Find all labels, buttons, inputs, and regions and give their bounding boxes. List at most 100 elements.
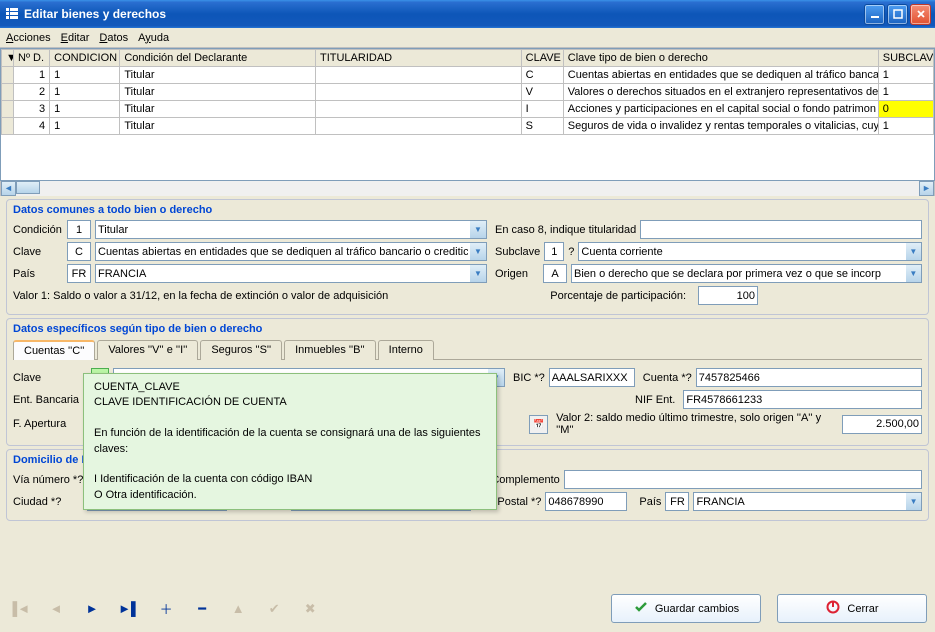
lbl-valor2: Valor 2: saldo medio último trimestre, s… (556, 412, 838, 436)
nav-check-icon[interactable]: ✔ (264, 601, 284, 617)
origen-input[interactable] (543, 264, 567, 283)
pais-desc-input[interactable] (95, 264, 470, 283)
tooltip-line: En función de la identificación de la cu… (94, 426, 486, 457)
nav-add-icon[interactable]: ＋ (156, 599, 176, 618)
clave-desc-input[interactable] (95, 242, 470, 261)
condicion-desc-input[interactable] (95, 220, 470, 239)
caso8-input[interactable] (640, 220, 922, 239)
table-row[interactable]: 41TitularSSeguros de vida o invalidez y … (2, 118, 934, 135)
dom-pais-input[interactable] (665, 492, 689, 511)
menu-editar[interactable]: Editar (61, 32, 90, 44)
lbl-porc: Porcentaje de participación: (550, 290, 686, 302)
lbl-pais: País (639, 496, 661, 508)
tooltip-line: CUENTA_CLAVE (94, 380, 486, 395)
panel-common: Datos comunes a todo bien o derecho Cond… (6, 199, 929, 315)
condicion-input[interactable] (67, 220, 91, 239)
nav-remove-icon[interactable]: ━ (192, 601, 212, 617)
chevron-down-icon[interactable]: ▼ (906, 492, 922, 511)
lbl-bic: BIC *? (513, 372, 545, 384)
grid-corner[interactable]: ▼ (2, 50, 14, 67)
nav-last-icon[interactable]: ►▌ (118, 601, 140, 616)
lbl-condicion: Condición (13, 224, 63, 236)
save-button[interactable]: Guardar cambios (611, 594, 761, 623)
minimize-button[interactable] (864, 4, 885, 25)
chevron-down-icon[interactable]: ▼ (470, 242, 487, 261)
nav-edit-icon[interactable]: ▲ (228, 601, 248, 616)
tooltip: CUENTA_CLAVE CLAVE IDENTIFICACIÓN DE CUE… (83, 373, 497, 510)
chevron-down-icon[interactable]: ▼ (470, 264, 487, 283)
lbl-subclave: Subclave (495, 246, 540, 258)
calendar-icon[interactable]: 📅 (529, 415, 548, 434)
grid-col-conddec[interactable]: Condición del Declarante (120, 50, 316, 67)
origen-desc-input[interactable] (571, 264, 906, 283)
window-title: Editar bienes y derechos (24, 7, 864, 21)
menu-datos[interactable]: Datos (99, 32, 128, 44)
scroll-thumb[interactable] (16, 181, 40, 194)
tab-interno[interactable]: Interno (378, 340, 434, 360)
lbl-via: Vía número *? (13, 474, 83, 486)
nif-input[interactable] (683, 390, 922, 409)
tooltip-line: O Otra identificación. (94, 488, 486, 503)
tooltip-line: CLAVE IDENTIFICACIÓN DE CUENTA (94, 395, 486, 410)
panel-specific: Datos específicos según tipo de bien o d… (6, 318, 929, 446)
clave-input[interactable] (67, 242, 91, 261)
chevron-down-icon[interactable]: ▼ (470, 220, 487, 239)
nav-first-icon[interactable]: ▐◄ (8, 601, 30, 616)
maximize-button[interactable] (887, 4, 908, 25)
lbl-cuenta: Cuenta *? (643, 372, 692, 384)
chevron-down-icon[interactable]: ▼ (906, 264, 922, 283)
table-row[interactable]: 11TitularCCuentas abiertas en entidades … (2, 67, 934, 84)
power-icon (825, 599, 841, 618)
valor2-input[interactable] (842, 415, 922, 434)
table-row[interactable]: 21TitularVValores o derechos situados en… (2, 84, 934, 101)
nav-prev-icon[interactable]: ◄ (46, 601, 66, 616)
close-dialog-button[interactable]: Cerrar (777, 594, 927, 623)
lbl-nif: NIF Ent. (635, 394, 675, 406)
grid-col-subclav[interactable]: SUBCLAV (878, 50, 933, 67)
grid-col-condicion[interactable]: CONDICION (50, 50, 120, 67)
lbl-caso8: En caso 8, indique titularidad (495, 224, 636, 236)
compl-input[interactable] (564, 470, 922, 489)
grid-col-titularidad[interactable]: TITULARIDAD (315, 50, 521, 67)
app-icon (4, 6, 20, 22)
table-row[interactable]: 31TitularIAcciones y participaciones en … (2, 101, 934, 118)
porc-input[interactable] (698, 286, 758, 305)
grid-col-nd[interactable]: Nº D. (14, 50, 50, 67)
tab-inmuebles[interactable]: Inmuebles ''B'' (284, 340, 376, 360)
tab-cuentas[interactable]: Cuentas ''C'' (13, 340, 95, 360)
lbl-valor1: Valor 1: Saldo o valor a 31/12, en la fe… (13, 290, 546, 302)
grid-col-clave[interactable]: CLAVE (521, 50, 563, 67)
scroll-left-icon[interactable]: ◄ (1, 181, 16, 196)
bic-input[interactable] (549, 368, 635, 387)
lbl-ciudad: Ciudad *? (13, 496, 83, 508)
pais-input[interactable] (67, 264, 91, 283)
cp-input[interactable] (545, 492, 627, 511)
check-icon (633, 599, 649, 618)
chevron-down-icon[interactable]: ▼ (906, 242, 922, 261)
subclave-desc-input[interactable] (578, 242, 905, 261)
lbl-clave: Clave (13, 372, 87, 384)
titlebar: Editar bienes y derechos (0, 0, 935, 28)
data-grid[interactable]: ▼ Nº D. CONDICION Condición del Declaran… (0, 48, 935, 181)
cuenta-input[interactable] (696, 368, 922, 387)
menu-ayuda[interactable]: Ayuda (138, 32, 169, 44)
menu-acciones[interactable]: Acciones (6, 32, 51, 44)
subclave-input[interactable] (544, 242, 564, 261)
nav-cancel-icon[interactable]: ✖ (300, 601, 320, 617)
tab-seguros[interactable]: Seguros ''S'' (200, 340, 282, 360)
lbl-fapertura: F. Apertura (13, 418, 87, 430)
grid-hscroll[interactable]: ◄ ► (0, 181, 935, 196)
help-icon[interactable]: ? (568, 246, 574, 258)
tooltip-line: I Identificación de la cuenta con código… (94, 472, 486, 487)
grid-col-clavedesc[interactable]: Clave tipo de bien o derecho (563, 50, 878, 67)
lbl-origen: Origen (495, 268, 539, 280)
tab-valores[interactable]: Valores ''V'' e ''I'' (97, 340, 198, 360)
panel-title: Datos específicos según tipo de bien o d… (13, 323, 922, 335)
dom-pais-desc-input[interactable] (693, 492, 906, 511)
scroll-right-icon[interactable]: ► (919, 181, 934, 196)
lbl-clave: Clave (13, 246, 63, 258)
nav-next-icon[interactable]: ► (82, 601, 102, 616)
lbl-pais: País (13, 268, 63, 280)
tabs: Cuentas ''C'' Valores ''V'' e ''I'' Segu… (13, 339, 922, 360)
close-button[interactable] (910, 4, 931, 25)
